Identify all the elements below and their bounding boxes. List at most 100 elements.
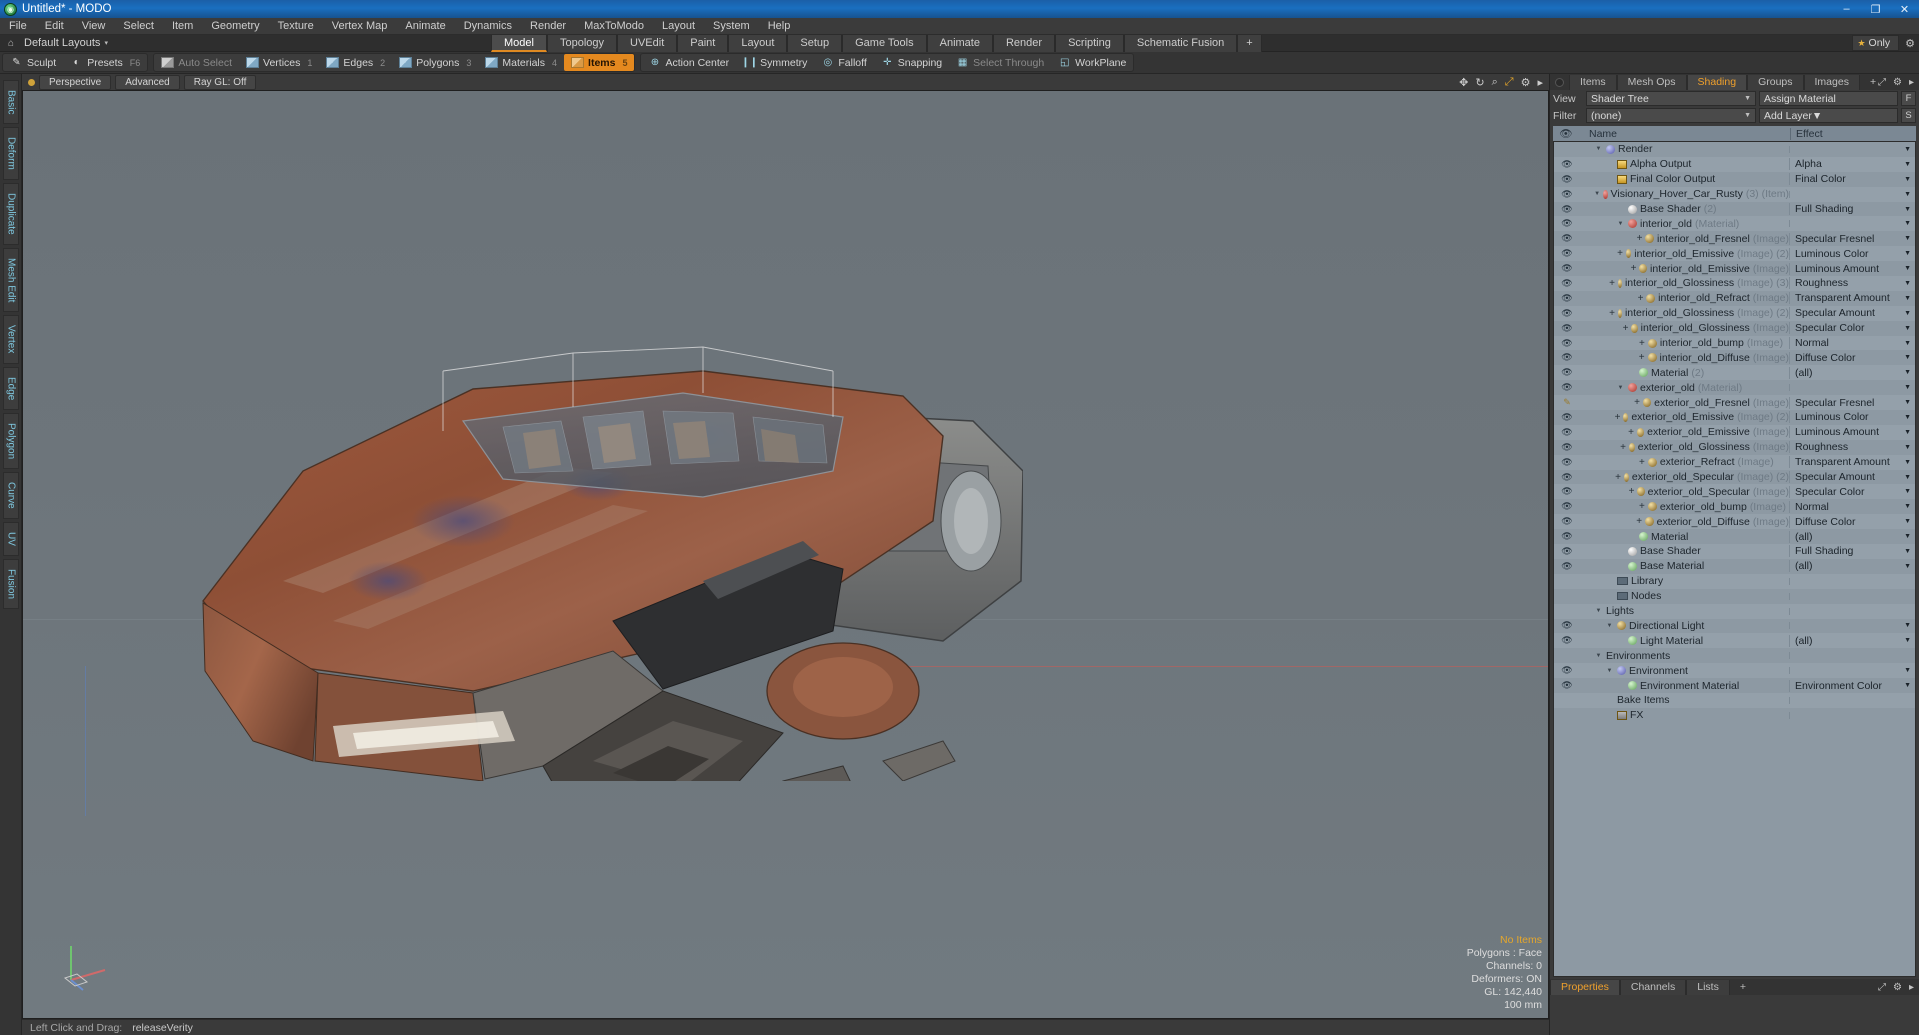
minimize-button[interactable]: – — [1832, 0, 1861, 18]
shader-tree-row[interactable]: 👁 + exterior_old_Diffuse (Image) Diffuse Col… — [1554, 514, 1915, 530]
panel-tab-images[interactable]: Images — [1803, 74, 1860, 90]
maximize-button[interactable]: ❐ — [1861, 0, 1890, 18]
tree-row-effect-cell[interactable]: Final Color ▼ — [1789, 173, 1915, 186]
panel-tab-shading[interactable]: Shading — [1686, 74, 1748, 90]
shader-tree-row[interactable]: Nodes ▼ — [1554, 588, 1915, 604]
eye-toggle-icon[interactable]: 👁 — [1554, 531, 1580, 542]
tree-row-effect-cell[interactable]: Roughness ▼ — [1789, 441, 1915, 454]
shader-tree-row[interactable]: 👁 + exterior_old_Emissive (Image) Luminous A… — [1554, 424, 1915, 440]
shader-tree-row[interactable]: 👁 + interior_old_bump (Image) Normal ▼ — [1554, 335, 1915, 351]
gear-icon[interactable]: ⚙ — [1893, 77, 1902, 88]
eye-toggle-icon[interactable]: 👁 — [1554, 308, 1580, 319]
tree-row-effect-cell[interactable]: Diffuse Color ▼ — [1789, 351, 1915, 364]
twirl-down-icon[interactable]: ▼ — [1594, 191, 1600, 197]
expand-plus-icon[interactable]: + — [1639, 457, 1645, 468]
shader-tree-row[interactable]: 👁 + interior_old_Glossiness (Image) Specular… — [1554, 320, 1915, 336]
bottom-tab-add[interactable]: + — [1730, 980, 1756, 995]
menu-item-vertex-map[interactable]: Vertex Map — [323, 18, 397, 35]
eye-toggle-icon[interactable]: 👁 — [1554, 665, 1580, 676]
menu-item-item[interactable]: Item — [163, 18, 202, 35]
shader-tree-row[interactable]: 👁 Environment Material Environment Color ▼ — [1554, 678, 1915, 693]
tree-row-effect-cell[interactable]: Diffuse Color ▼ — [1789, 515, 1915, 528]
tree-row-effect-cell[interactable]: Alpha ▼ — [1789, 158, 1915, 171]
fit-icon[interactable]: ⤢ — [1505, 76, 1514, 89]
layout-tab-setup[interactable]: Setup — [787, 35, 843, 52]
menu-item-texture[interactable]: Texture — [269, 18, 323, 35]
chevron-down-icon[interactable]: ▼ — [1904, 206, 1911, 213]
tree-row-effect-cell[interactable]: ▼ — [1789, 652, 1915, 660]
shader-tree-row[interactable]: 👁 + interior_old_Refract (Image) Transparent… — [1554, 290, 1915, 306]
f-button[interactable]: F — [1901, 91, 1916, 106]
tree-row-effect-cell[interactable]: Luminous Color ▼ — [1789, 247, 1915, 260]
menu-item-maxtomodo[interactable]: MaxToModo — [575, 18, 653, 35]
tool-edges[interactable]: Edges 2 — [319, 54, 392, 71]
chevron-down-icon[interactable]: ▼ — [1904, 310, 1911, 317]
tree-row-effect-cell[interactable]: Specular Color ▼ — [1789, 322, 1915, 335]
tree-row-effect-cell[interactable]: ▼ — [1789, 384, 1915, 392]
tree-row-effect-cell[interactable]: (all) ▼ — [1789, 366, 1915, 379]
eye-toggle-icon[interactable]: 👁 — [1554, 501, 1580, 512]
expand-plus-icon[interactable]: + — [1639, 352, 1645, 363]
eye-toggle-icon[interactable]: 👁 — [1554, 352, 1580, 363]
tree-row-effect-cell[interactable]: ▼ — [1789, 145, 1915, 153]
shader-tree-row[interactable]: 👁 + interior_old_Glossiness (Image) (3) Roug… — [1554, 276, 1915, 291]
tree-row-effect-cell[interactable]: Transparent Amount ▼ — [1789, 456, 1915, 469]
chevron-down-icon[interactable]: ▼ — [1904, 414, 1911, 421]
tree-row-effect-cell[interactable]: ▼ — [1789, 577, 1915, 585]
eye-toggle-icon[interactable]: 👁 — [1554, 159, 1580, 170]
eye-toggle-icon[interactable]: 👁 — [1554, 204, 1580, 215]
gear-icon[interactable]: ⚙ — [1521, 76, 1531, 89]
menu-item-dynamics[interactable]: Dynamics — [455, 18, 521, 35]
expand-plus-icon[interactable]: + — [1620, 442, 1626, 453]
shader-tree-row[interactable]: 👁 + interior_old_Emissive (Image) (2) Lumino… — [1554, 246, 1915, 262]
layout-tab-topology[interactable]: Topology — [546, 35, 618, 52]
chevron-down-icon[interactable]: ▼ — [1904, 325, 1911, 332]
expand-plus-icon[interactable]: + — [1639, 338, 1645, 349]
tool-symmetry[interactable]: ❙❙ Symmetry — [736, 54, 814, 71]
tool-polygons[interactable]: Polygons 3 — [392, 54, 478, 71]
tree-row-effect-cell[interactable]: Transparent Amount ▼ — [1789, 292, 1915, 305]
eye-toggle-icon[interactable]: 👁 — [1554, 293, 1580, 304]
shader-tree-row[interactable]: 👁 + interior_old_Diffuse (Image) Diffuse Col… — [1554, 350, 1915, 366]
tree-row-effect-cell[interactable]: ▼ — [1789, 696, 1915, 704]
chevron-down-icon[interactable]: ▼ — [1904, 265, 1911, 272]
shader-tree-row[interactable]: 👁 + exterior_old_Specular (Image) (2) Specul… — [1554, 469, 1915, 485]
eye-toggle-icon[interactable]: 👁 — [1554, 412, 1580, 423]
chevron-down-icon[interactable]: ▼ — [1904, 340, 1911, 347]
tree-row-effect-cell[interactable]: Specular Fresnel ▼ — [1789, 396, 1915, 409]
arrow-right-icon[interactable]: ▸ — [1537, 76, 1543, 89]
tool-sculpt[interactable]: ✎ Sculpt — [3, 54, 63, 71]
shader-tree-row[interactable]: 👁 Base Material (all) ▼ — [1554, 558, 1915, 574]
shader-tree-row[interactable]: Library ▼ — [1554, 573, 1915, 589]
eye-toggle-icon[interactable]: 👁 — [1554, 427, 1580, 438]
twirl-down-icon[interactable]: ▼ — [1594, 653, 1603, 659]
chevron-down-icon[interactable]: ▼ — [1904, 280, 1911, 287]
eye-toggle-icon[interactable]: 👁 — [1554, 457, 1580, 468]
shader-tree-row[interactable]: 👁 + exterior_old_Specular (Image) Specular C… — [1554, 484, 1915, 500]
shader-tree-row[interactable]: 👁 ▼ exterior_old (Material) ▼ — [1554, 380, 1915, 396]
layout-tab-scripting[interactable]: Scripting — [1055, 35, 1124, 52]
shader-tree-row[interactable]: 👁 Material (2) (all) ▼ — [1554, 365, 1915, 381]
menu-item-help[interactable]: Help — [759, 18, 800, 35]
expand-plus-icon[interactable]: + — [1617, 248, 1623, 259]
eye-toggle-icon[interactable]: 👁 — [1554, 561, 1580, 572]
eye-toggle-icon[interactable]: 👁 — [1554, 472, 1580, 483]
bottom-tab-lists[interactable]: Lists — [1686, 979, 1730, 995]
filter-select[interactable]: (none) ▼ — [1586, 108, 1756, 123]
tree-row-effect-cell[interactable]: Specular Fresnel ▼ — [1789, 232, 1915, 245]
chevron-down-icon[interactable]: ▼ — [1904, 637, 1911, 644]
tool-auto-select[interactable]: Auto Select — [154, 54, 239, 71]
tool-presets[interactable]: ◐ Presets F6 — [63, 54, 147, 71]
tree-row-effect-cell[interactable]: Full Shading ▼ — [1789, 545, 1915, 558]
chevron-down-icon[interactable]: ▼ — [1904, 176, 1911, 183]
tool-falloff[interactable]: ◎ Falloff — [814, 54, 873, 71]
tree-row-effect-cell[interactable]: (all) ▼ — [1789, 560, 1915, 573]
chevron-down-icon[interactable]: ▼ — [1904, 667, 1911, 674]
panel-tab-mesh-ops[interactable]: Mesh Ops — [1616, 74, 1687, 90]
shader-tree-row[interactable]: 👁 Final Color Output Final Color ▼ — [1554, 171, 1915, 187]
eye-toggle-icon[interactable]: 👁 — [1554, 516, 1580, 527]
rail-tab-uv[interactable]: UV — [2, 521, 19, 556]
panel-menu-icon[interactable] — [1555, 77, 1564, 87]
menu-item-view[interactable]: View — [73, 18, 115, 35]
eye-toggle-icon[interactable]: 👁 — [1554, 367, 1580, 378]
